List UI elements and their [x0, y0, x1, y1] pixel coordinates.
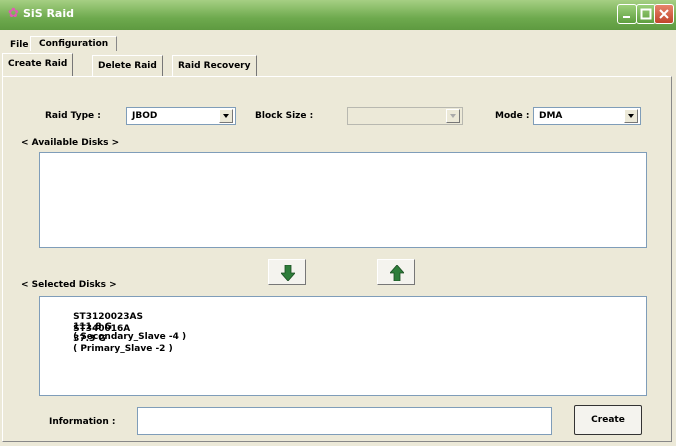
chevron-down-icon — [446, 109, 460, 123]
create-button[interactable]: Create — [574, 405, 642, 435]
selected-disks-list[interactable]: ST3120023AS 111.8 G ( Secondary_Slave -4… — [39, 296, 647, 396]
list-item[interactable]: ST340016A 37.3 G ( Primary_Slave -2 ) — [48, 314, 173, 364]
available-disks-label: < Available Disks > — [21, 138, 120, 148]
title-bar[interactable]: ✿ SiS Raid — [0, 0, 676, 30]
menu-file[interactable]: File — [10, 40, 28, 50]
arrow-down-icon — [281, 265, 295, 281]
available-disks-list[interactable] — [39, 152, 647, 248]
disk-model: ST340016A — [73, 324, 131, 334]
raid-type-label: Raid Type : — [45, 111, 101, 121]
disk-size: 37.3 G — [73, 334, 106, 344]
information-field[interactable] — [137, 407, 552, 435]
chevron-down-icon[interactable] — [219, 109, 233, 123]
minimize-button[interactable] — [617, 4, 637, 24]
create-raid-panel: Raid Type : JBOD Block Size : Mode : DMA… — [2, 76, 672, 442]
selected-disks-label: < Selected Disks > — [21, 280, 117, 290]
maximize-icon — [640, 8, 652, 20]
block-size-label: Block Size : — [255, 111, 314, 121]
mode-select[interactable]: DMA — [533, 107, 641, 125]
move-down-button[interactable] — [268, 259, 306, 285]
raid-type-value: JBOD — [132, 111, 158, 121]
raid-type-select[interactable]: JBOD — [126, 107, 236, 125]
tab-create-raid[interactable]: Create Raid — [2, 53, 74, 76]
mode-value: DMA — [539, 111, 563, 121]
block-size-select — [347, 107, 463, 125]
chevron-down-icon[interactable] — [624, 109, 638, 123]
app-icon: ✿ — [8, 6, 19, 21]
information-label: Information : — [49, 417, 116, 427]
sis-raid-window: ✿ SiS Raid File Configuration Create Rai… — [0, 0, 676, 446]
maximize-button[interactable] — [636, 4, 656, 24]
menu-configuration[interactable]: Configuration — [30, 36, 118, 51]
disk-location: ( Primary_Slave -2 ) — [73, 344, 173, 354]
move-up-button[interactable] — [377, 259, 415, 285]
close-icon — [659, 9, 669, 19]
window-title: SiS Raid — [23, 7, 74, 20]
mode-label: Mode : — [495, 111, 530, 121]
tab-raid-recovery[interactable]: Raid Recovery — [172, 55, 257, 76]
minimize-icon — [623, 16, 630, 18]
arrow-up-icon — [390, 265, 404, 281]
tab-delete-raid[interactable]: Delete Raid — [92, 55, 163, 76]
close-button[interactable] — [654, 4, 674, 24]
